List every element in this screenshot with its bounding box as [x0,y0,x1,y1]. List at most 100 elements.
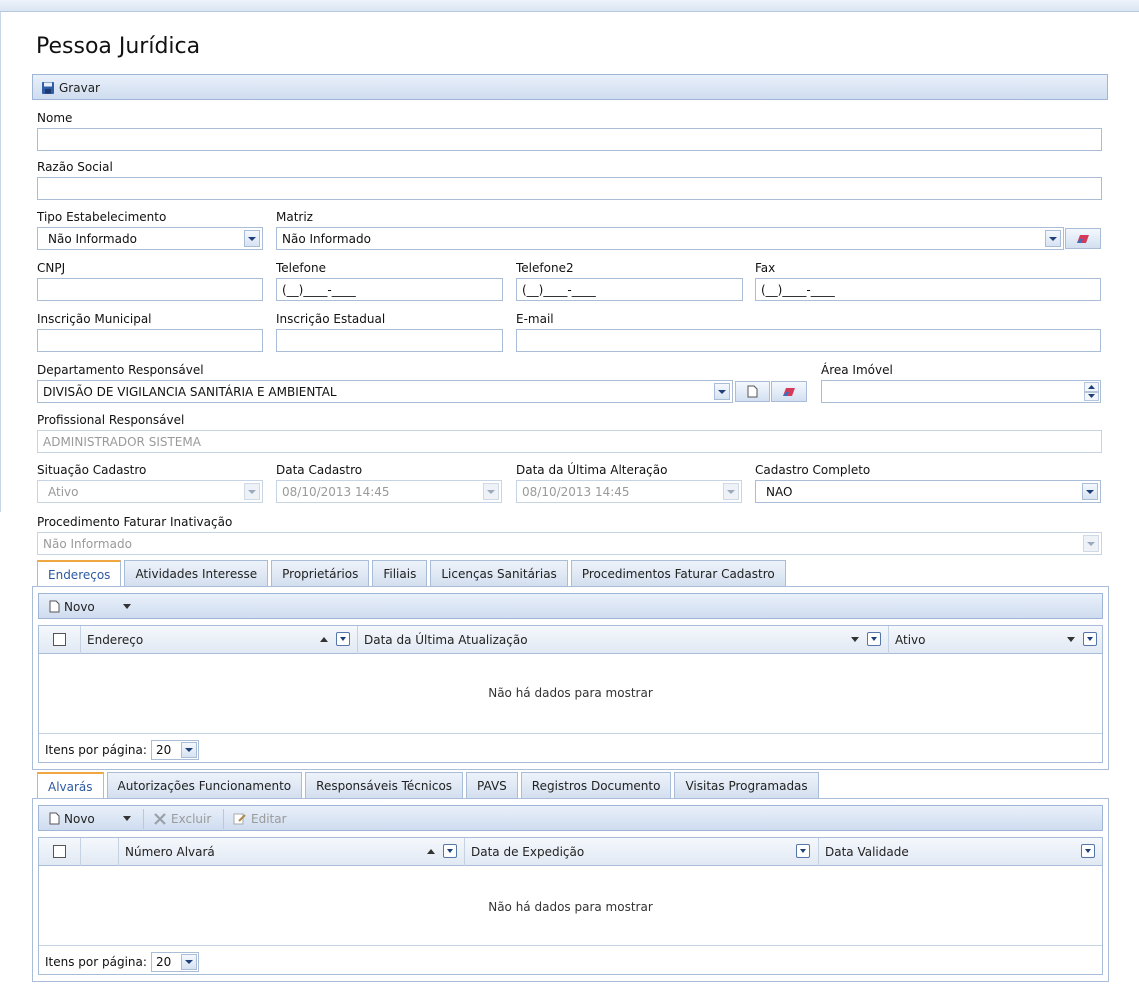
select-all-checkbox[interactable] [53,633,66,646]
items-per-page-select[interactable]: 20 [150,740,199,760]
departamento-clear-button[interactable] [771,381,807,402]
matriz-clear-button[interactable] [1065,228,1101,249]
column-data-ultima-atualizacao[interactable]: Data da Última Atualização [358,626,889,654]
alvaras-pager: Itens por página: 20 [39,945,1102,974]
tab-alvaras[interactable]: Alvarás [37,772,104,799]
tab-autorizacoes-funcionamento[interactable]: Autorizações Funcionamento [106,772,303,798]
items-per-page-select[interactable]: 20 [150,952,199,972]
column-menu-icon[interactable] [1081,844,1095,858]
left-border [0,12,1,512]
matriz-dropdown-button[interactable] [1045,230,1061,247]
data-alteracao-dropdown-button[interactable] [723,483,739,500]
column-ativo[interactable]: Ativo [889,626,1102,654]
main-toolbar: Gravar [32,74,1108,100]
column-data-ultima-atualizacao-label: Data da Última Atualização [364,633,528,647]
cadastro-completo-dropdown-button[interactable] [1082,483,1098,500]
departamento-label: Departamento Responsável [37,363,204,377]
matriz-value: Não Informado [282,232,371,246]
save-button[interactable]: Gravar [41,79,100,96]
chevron-down-icon [487,489,495,494]
situacao-select[interactable]: Ativo [37,480,263,503]
items-per-page-dropdown[interactable] [180,954,197,970]
data-cadastro-label: Data Cadastro [276,463,363,477]
tab-visitas-programadas[interactable]: Visitas Programadas [674,772,819,798]
cnpj-input[interactable] [37,278,263,301]
chevron-down-icon [248,489,256,494]
column-menu-icon[interactable] [443,844,457,858]
alvaras-edit-button[interactable]: Editar [233,810,287,827]
data-cadastro-input[interactable]: 08/10/2013 14:45 [276,480,502,503]
column-endereco[interactable]: Endereço [81,626,358,654]
column-menu-icon[interactable] [796,844,810,858]
cadastro-completo-value: NAO [766,485,793,499]
tab-registros-documento[interactable]: Registros Documento [520,772,672,798]
tipo-estabelecimento-select[interactable]: Não Informado [37,227,263,250]
toolbar-separator [143,809,144,829]
data-alteracao-input[interactable]: 08/10/2013 14:45 [516,480,742,503]
situacao-dropdown-button[interactable] [244,483,260,500]
area-imovel-spinner[interactable] [1084,382,1099,401]
enderecos-new-button[interactable]: Novo [49,598,95,615]
tab-responsaveis-tecnicos[interactable]: Responsáveis Técnicos [305,772,464,798]
new-document-icon [49,812,60,825]
inscricao-estadual-input[interactable] [276,329,503,352]
spin-up-icon[interactable] [1084,382,1099,392]
departamento-new-button[interactable] [735,381,770,402]
column-data-expedicao-label: Data de Expedição [471,845,585,859]
alvaras-new-dropdown[interactable] [123,810,131,827]
enderecos-new-label: Novo [64,599,95,614]
procedimento-inativacao-dropdown-button[interactable] [1083,535,1099,552]
inscricao-municipal-label: Inscrição Municipal [37,312,152,326]
select-all-column [39,838,81,866]
tab-enderecos[interactable]: Endereços [37,560,122,587]
procedimento-inativacao-select[interactable]: Não Informado [37,532,1102,555]
select-all-checkbox[interactable] [53,845,66,858]
area-imovel-input[interactable] [821,380,1101,403]
items-per-page-label: Itens por página: [45,955,147,969]
chevron-down-icon [1086,489,1094,494]
new-document-icon [49,600,60,613]
fax-input[interactable]: (__)____-____ [755,278,1101,301]
matriz-select[interactable]: Não Informado [276,227,1064,250]
tab-filiais[interactable]: Filiais [372,560,428,586]
telefone2-input[interactable]: (__)____-____ [516,278,743,301]
tab-licencas-sanitarias[interactable]: Licenças Sanitárias [430,560,568,586]
column-numero-alvara[interactable]: Número Alvará [119,838,465,866]
telefone-input[interactable]: (__)____-____ [276,278,503,301]
profissional-input[interactable]: ADMINISTRADOR SISTEMA [37,430,1102,453]
chevron-down-icon [718,389,726,394]
cadastro-completo-label: Cadastro Completo [755,463,871,477]
tab-proprietarios[interactable]: Proprietários [271,560,370,586]
alvaras-delete-button[interactable]: Excluir [153,810,211,827]
nome-input[interactable] [37,128,1102,151]
pencil-icon [233,813,246,824]
enderecos-grid-header: Endereço Data da Última Atualização Ativ… [39,626,1102,654]
chevron-down-icon [727,489,735,494]
items-per-page-dropdown[interactable] [180,742,197,758]
tab-pavs[interactable]: PAVS [466,772,518,798]
alvaras-panel: Novo Excluir Editar Número Alvará Data d… [32,798,1109,982]
cadastro-completo-select[interactable]: NAO [755,480,1101,503]
alvaras-new-button[interactable]: Novo [49,810,95,827]
razao-social-label: Razão Social [37,160,113,174]
tab-atividades-interesse[interactable]: Atividades Interesse [124,560,269,586]
tipo-estabelecimento-dropdown-button[interactable] [244,230,260,247]
spin-down-icon[interactable] [1084,391,1099,401]
eraser-icon [1077,234,1089,243]
column-menu-icon[interactable] [1083,632,1097,646]
departamento-select[interactable]: DIVISÃO DE VIGILANCIA SANITÁRIA E AMBIEN… [37,380,733,403]
departamento-dropdown-button[interactable] [714,383,730,400]
razao-social-input[interactable] [37,177,1102,200]
enderecos-new-dropdown[interactable] [123,598,131,615]
inscricao-municipal-input[interactable] [37,329,263,352]
tab-procedimentos-faturar-cadastro[interactable]: Procedimentos Faturar Cadastro [570,560,786,586]
column-menu-icon[interactable] [336,632,350,646]
column-data-expedicao[interactable]: Data de Expedição [465,838,819,866]
email-input[interactable] [516,329,1101,352]
column-endereco-label: Endereço [87,633,144,647]
column-menu-icon[interactable] [867,632,881,646]
data-cadastro-value: 08/10/2013 14:45 [282,485,390,499]
data-cadastro-dropdown-button[interactable] [483,483,499,500]
column-data-validade[interactable]: Data Validade [819,838,1102,866]
enderecos-pager: Itens por página: 20 [39,733,1102,762]
